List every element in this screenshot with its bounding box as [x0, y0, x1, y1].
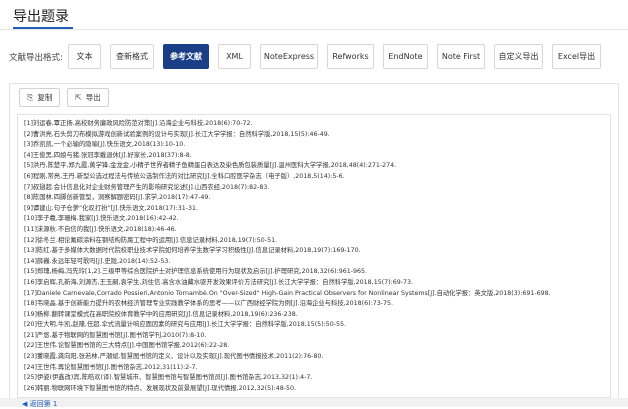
copy-icon: ⎘: [27, 92, 34, 102]
format-button-text[interactable]: 文本: [68, 44, 101, 69]
export-panel: ⎘ 复制 ⇱ 导出 [1]刘运春,覃正扬.高校财务廉政风险防范对策[J].沿海企…: [9, 83, 619, 401]
reference-item: [20]任大明,牛凯,赵隆,任超.伞式流量计响应面因素的研究与应用[J].长江大…: [24, 321, 347, 329]
format-button-noteexpress[interactable]: NoteExpress: [260, 44, 318, 69]
format-label: 文献导出格式:: [9, 53, 63, 63]
page-title: 导出题录: [13, 9, 69, 25]
reference-item: [23]董晓霞,龚向阳,张若林,严潮斌.智慧图书馆的定义、设计以及实现[J].现…: [24, 353, 324, 361]
reference-item: [2]曹洪亮,石头剪刀布模拟游戏创新试验案例的设计与实现[J].长江大学学报：自…: [24, 130, 330, 138]
reference-item: [3]乔凯凯,一个必输的隐喻[J].快乐语文,2018(13):10-10.: [24, 141, 186, 149]
format-button-reference[interactable]: 参考文献: [163, 44, 209, 69]
format-button-novelty[interactable]: 查新格式: [110, 44, 154, 69]
header-divider: [0, 29, 628, 30]
reference-item: [21]严悠.基于物联网的智慧图书馆[J].图书馆学刊,2010(7):8-10…: [24, 331, 207, 339]
format-button-endnote[interactable]: EndNote: [383, 44, 428, 69]
reference-item: [9]谭建山.句子仓萝“化叹打扮”[J].快乐语文,2018(17):31-31…: [24, 204, 199, 212]
reference-item: [22]王世伟.论智慧图书馆的三大特点[J].中国图书馆学报,2012(6):2…: [24, 342, 230, 350]
reference-item: [7]叔翅超.会计信息化对企业财务管理产生的影响研究论述[J].山西农经,201…: [24, 183, 270, 191]
copy-button[interactable]: ⎘ 复制: [19, 88, 61, 107]
format-button-xml[interactable]: XML: [218, 44, 251, 69]
reference-item: [19]杨柳.翻转课堂模式在高职院校体育教学中的应用研究[J].信息记录材料,2…: [24, 310, 298, 318]
reference-item: [14]薛巍.永远年轻可歌吗[J].史陇,2018(14):52-53.: [24, 257, 171, 265]
reference-item: [4]王俊黑,四娘与猪.张冠李戴退休[J].好家长,2018(37):8-8.: [24, 151, 192, 159]
reference-item: [18]韦晓晶.基于创新能力提升的农林经济管理专业实践教学体系的思考——以广西财…: [24, 300, 394, 308]
reference-item: [24]王世伟.再论智慧图书馆[J].图书馆杂志,2012,31(11):2-7…: [24, 363, 198, 371]
reference-item: [6]程刚,常亮,王丹.新型公选过程法与传统公选制作法的对比研究[J].全科口腔…: [24, 172, 345, 180]
export-icon: ⇱: [75, 93, 82, 102]
copy-button-label: 复制: [37, 93, 53, 102]
export-button-label: 导出: [85, 93, 101, 102]
format-button-refworks[interactable]: Refworks: [327, 44, 374, 69]
reference-item: [11]沫源秋.不自信的我[J].快乐语文,2018(18):46-46.: [24, 225, 177, 233]
reference-item: [25]伊姿(伊鑫改)宾,陈皓欢(译).智慧城市、智慧图书馆与智慧图书馆员[J]…: [24, 374, 313, 382]
format-button-custom[interactable]: 自定义导出: [494, 44, 543, 69]
reference-item: [26]韩丽.物联网环境下智慧图书馆的特点、发展现状及前景展望[J].现代情报,…: [24, 384, 296, 392]
reference-item: [1]刘运春,覃正扬.高校财务廉政风险防范对策[J].沿海企业与科技,2018(…: [24, 120, 253, 127]
reference-item: [10]李子羲,李珊梅.我家[J].快乐语文,2018(16):42-42.: [24, 215, 179, 223]
reference-item: [8]陈国林.四脚创新管型，洞察解题密码[J].求学,2018(17):47-4…: [24, 194, 211, 202]
reference-item: [17]Daniele Carnevale,Corrado Possieri,A…: [24, 289, 551, 297]
reference-item: [5]洪丹,陈楚平,郑九霞,黄学锋,金龙金,小精子世界者精子鱼精蛋白表达及染色质…: [24, 162, 397, 170]
reference-item: [15]郑瑰,杨梅,冯先玲[1,2].三级甲等综合医院护士对护理信息系统使用行为…: [24, 268, 368, 276]
back-link[interactable]: ◀ 返回第 1: [22, 399, 57, 409]
reference-item: [16]李启辉,孔新海,刘源杰,王玉嗣,袁学生,刘住信.高含水油藏水驱开发效果评…: [24, 278, 414, 286]
export-button[interactable]: ⇱ 导出: [67, 88, 109, 107]
format-button-excel[interactable]: Excel导出: [552, 44, 601, 69]
reference-list[interactable]: [1]刘运春,覃正扬.高校财务廉政风险防范对策[J].沿海企业与科技,2018(…: [17, 114, 611, 398]
reference-item: [12]徐冬兰.相论氟碳涂料在钢结构防腐工程中的运用[J].信息记录材料,201…: [24, 236, 278, 244]
reference-item: [13]陈红.基于多媒体大数据时代院校职业技术学院如何培养学生数学学习积极性[J…: [24, 247, 361, 255]
format-button-notefirst[interactable]: Note First: [437, 44, 485, 69]
footer-bar: [0, 398, 628, 407]
